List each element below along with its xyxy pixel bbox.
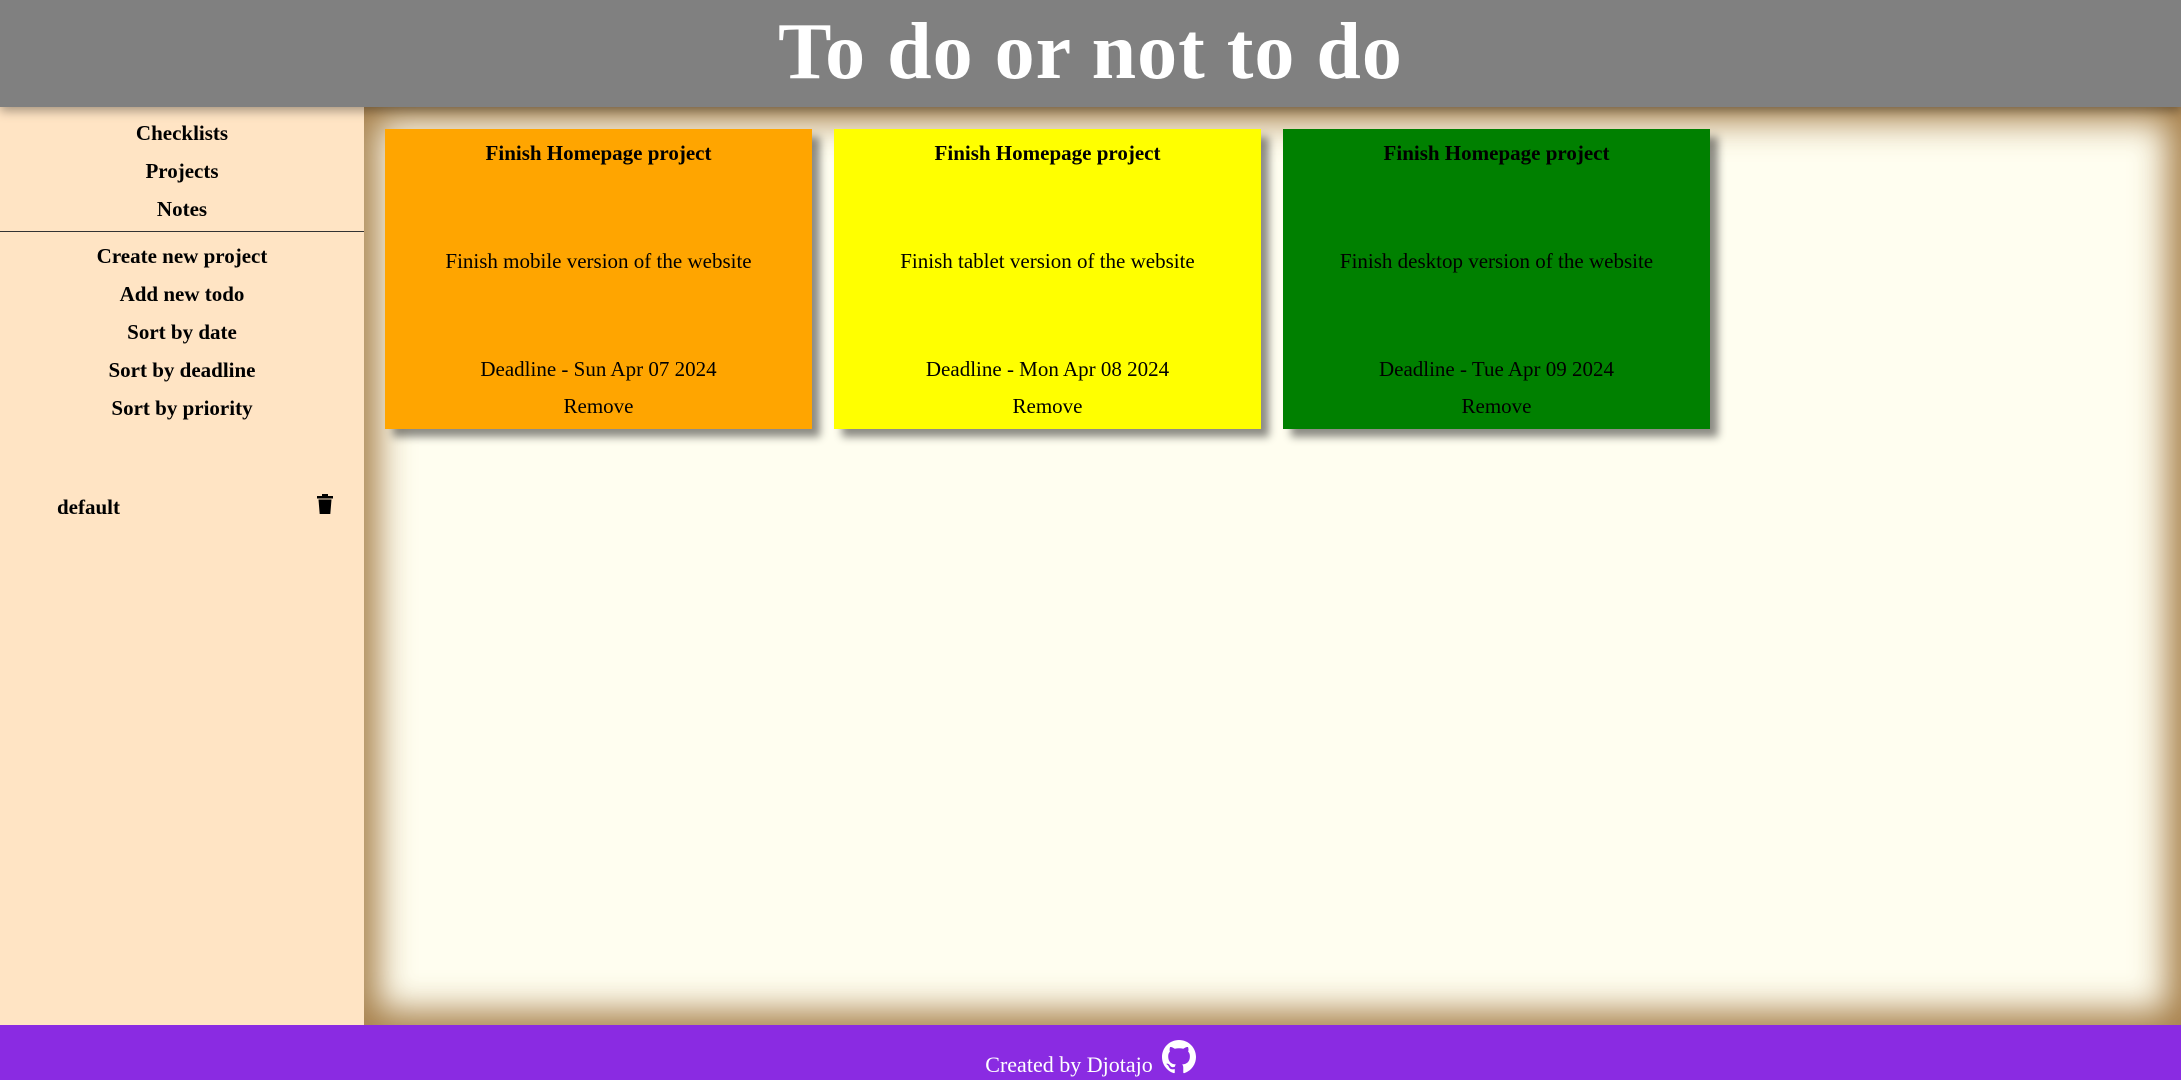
nav-notes[interactable]: Notes [0, 190, 364, 228]
todo-description: Finish mobile version of the website [445, 249, 752, 273]
app-title: To do or not to do [778, 7, 1403, 96]
footer-credit: Created by Djotajo [985, 1052, 1153, 1077]
project-name[interactable]: default [57, 495, 120, 520]
sort-by-date-button[interactable]: Sort by date [0, 313, 364, 351]
create-project-button[interactable]: Create new project [0, 237, 364, 275]
todo-card: Finish Homepage project Finish tablet ve… [834, 129, 1261, 429]
remove-button[interactable]: Remove [834, 394, 1261, 419]
todo-deadline: Deadline - Tue Apr 09 2024 [1378, 357, 1615, 381]
remove-button[interactable]: Remove [385, 394, 812, 419]
nav-projects[interactable]: Projects [0, 152, 364, 190]
github-icon[interactable] [1161, 1040, 1196, 1074]
todo-title: Finish Homepage project [934, 141, 1161, 165]
todo-description: Finish tablet version of the website [900, 249, 1195, 273]
todo-description: Finish desktop version of the website [1339, 249, 1654, 273]
todo-board: Finish Homepage project Finish mobile ve… [364, 107, 2181, 1025]
todo-deadline: Deadline - Sun Apr 07 2024 [480, 357, 717, 381]
sidebar-actions: Create new project Add new todo Sort by … [0, 237, 364, 427]
remove-button[interactable]: Remove [1283, 394, 1710, 419]
sort-by-priority-button[interactable]: Sort by priority [0, 389, 364, 427]
todo-deadline: Deadline - Mon Apr 08 2024 [925, 357, 1170, 381]
todo-title: Finish Homepage project [1383, 141, 1610, 165]
trash-icon[interactable] [317, 494, 333, 514]
add-todo-button[interactable]: Add new todo [0, 275, 364, 313]
sidebar-divider [0, 231, 364, 232]
app-header: To do or not to do [0, 0, 2181, 107]
sidebar-nav: Checklists Projects Notes [0, 107, 364, 228]
project-item-default: default [0, 479, 364, 535]
sidebar: Checklists Projects Notes Create new pro… [0, 107, 364, 1025]
todo-card: Finish Homepage project Finish desktop v… [1283, 129, 1710, 429]
todo-card: Finish Homepage project Finish mobile ve… [385, 129, 812, 429]
nav-checklists[interactable]: Checklists [0, 114, 364, 152]
todo-title: Finish Homepage project [485, 141, 712, 165]
footer: Created by Djotajo [0, 1025, 2181, 1080]
sort-by-deadline-button[interactable]: Sort by deadline [0, 351, 364, 389]
